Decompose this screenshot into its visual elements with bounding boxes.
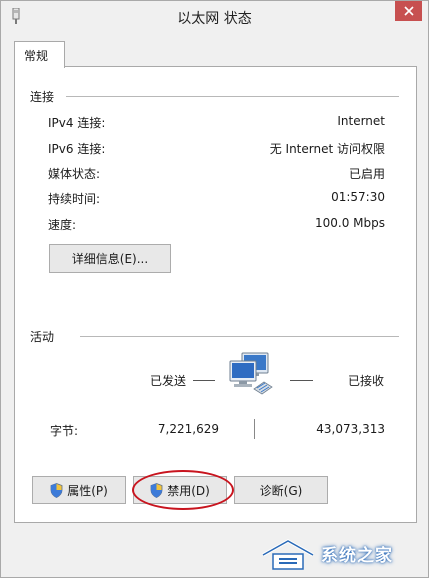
ipv4-value: Internet bbox=[337, 114, 385, 128]
received-line bbox=[290, 380, 313, 381]
diagnose-button[interactable]: 诊断(G) bbox=[234, 476, 328, 504]
diagnose-button-label: 诊断(G) bbox=[259, 483, 303, 498]
connection-heading: 连接 bbox=[30, 90, 55, 104]
ipv6-value: 无 Internet 访问权限 bbox=[269, 142, 385, 156]
details-button-label: 详细信息(E)... bbox=[71, 252, 149, 266]
window-title: 以太网 状态 bbox=[177, 11, 252, 27]
bytes-label: 字节: bbox=[50, 424, 79, 438]
close-button[interactable] bbox=[395, 1, 422, 21]
ipv4-label: IPv4 连接: bbox=[48, 116, 106, 130]
properties-button[interactable]: 属性(P) bbox=[32, 476, 126, 504]
close-icon bbox=[403, 6, 414, 16]
properties-button-label: 属性(P) bbox=[67, 483, 108, 498]
duration-value: 01:57:30 bbox=[331, 190, 385, 204]
activity-heading: 活动 bbox=[30, 330, 55, 344]
media-state-value: 已启用 bbox=[348, 167, 385, 181]
sent-line bbox=[193, 380, 215, 381]
speed-value: 100.0 Mbps bbox=[314, 216, 385, 230]
speed-label: 速度: bbox=[48, 218, 77, 232]
bytes-divider bbox=[254, 419, 255, 439]
watermark: 系统之家 bbox=[259, 528, 429, 578]
media-state-label: 媒体状态: bbox=[48, 167, 101, 181]
bytes-sent-value: 7,221,629 bbox=[157, 422, 219, 436]
network-computers-icon bbox=[227, 351, 279, 397]
house-logo-icon bbox=[262, 538, 314, 570]
ipv6-label: IPv6 连接: bbox=[48, 142, 106, 156]
details-button[interactable]: 详细信息(E)... bbox=[49, 244, 171, 273]
section-divider bbox=[66, 96, 399, 97]
general-panel: 连接 IPv4 连接: Internet IPv6 连接: 无 Internet… bbox=[14, 66, 417, 523]
watermark-text: 系统之家 bbox=[321, 546, 393, 566]
bytes-received-value: 43,073,313 bbox=[316, 422, 385, 436]
tab-general[interactable]: 常规 bbox=[14, 41, 65, 68]
duration-label: 持续时间: bbox=[48, 192, 101, 206]
section-divider bbox=[80, 336, 399, 337]
title-bar[interactable]: 以太网 状态 bbox=[1, 1, 428, 32]
highlight-annotation bbox=[132, 470, 234, 510]
sent-label: 已发送 bbox=[150, 374, 187, 388]
ethernet-status-window: 以太网 状态 常规 连接 IPv4 连接: Internet IPv6 连接: … bbox=[0, 0, 429, 578]
uac-shield-icon bbox=[50, 482, 63, 498]
received-label: 已接收 bbox=[348, 374, 385, 388]
